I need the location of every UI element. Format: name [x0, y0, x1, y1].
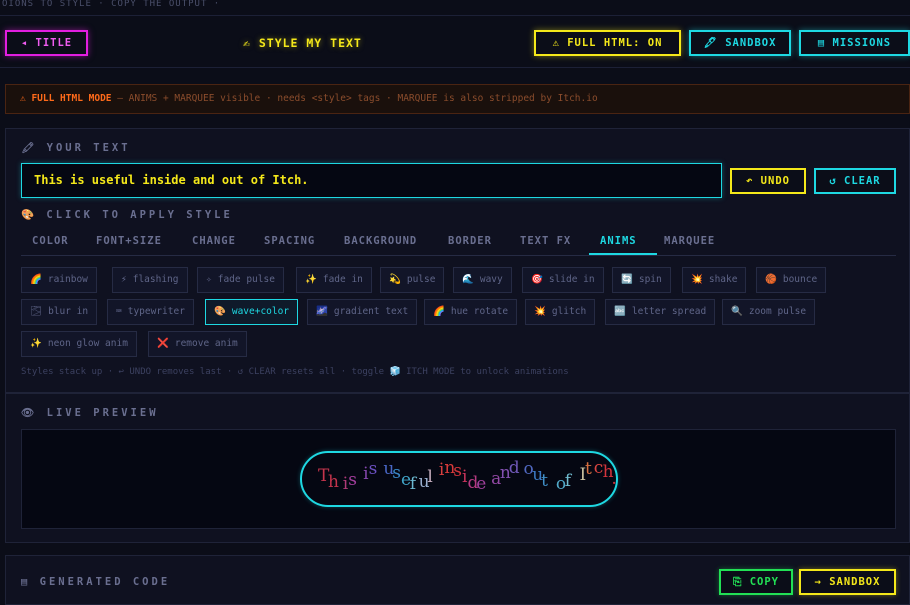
tab-color[interactable]: COLOR: [32, 235, 69, 247]
keyboard-icon: ⌨: [116, 306, 122, 317]
burst-icon: 💥: [691, 274, 703, 285]
tab-background[interactable]: BACKGROUND: [344, 235, 417, 247]
spin-icon: 🔄: [621, 274, 633, 285]
anim-chip-zoom-pulse[interactable]: 🔍 zoom pulse: [722, 299, 816, 325]
tab-anims[interactable]: ANIMS: [600, 235, 637, 247]
style-editor-panel: 🖍 YOUR TEXT This is useful inside and ou…: [5, 128, 910, 393]
generated-code-panel: ▤ GENERATED CODE ⎘ COPY → SANDBOX: [5, 555, 910, 605]
preview-letter: s: [368, 458, 378, 479]
send-to-sandbox-button[interactable]: → SANDBOX: [799, 569, 896, 595]
wave-icon: 🌊: [462, 274, 474, 285]
undo-button[interactable]: ↶ UNDO: [730, 168, 806, 194]
anim-chip-letter-spread[interactable]: 🔤 letter spread: [605, 299, 716, 325]
anim-chip-shake[interactable]: 💥 shake: [682, 267, 747, 293]
sandbox-button[interactable]: 🖋 SANDBOX: [689, 30, 791, 56]
missions-button[interactable]: ▤ MISSIONS: [799, 30, 910, 56]
full-html-toggle-button[interactable]: ⚠ FULL HTML: ON: [534, 30, 681, 56]
preview-letter: t: [585, 459, 592, 480]
burst-icon: 💥: [534, 306, 546, 317]
sparkle-icon: ✧: [206, 274, 212, 285]
gradient-icon: 🌌: [316, 306, 328, 317]
magnifier-icon: 🔍: [731, 306, 743, 317]
full-html-warning-banner: ⚠ FULL HTML MODE — ANIMS + MARQUEE visib…: [5, 84, 910, 114]
anim-chip-pulse[interactable]: 💫 pulse: [380, 267, 445, 293]
anim-chip-gradient-text[interactable]: 🌌 gradient text: [307, 299, 418, 325]
preview-letter: s: [392, 463, 401, 484]
anim-chip-fade-in[interactable]: ✨ fade in: [296, 267, 372, 293]
tab-text-fx[interactable]: TEXT FX: [520, 235, 571, 247]
palette-icon: 🎨: [214, 306, 226, 317]
page-title: ✍ STYLE MY TEXT: [243, 36, 362, 50]
warning-title: ⚠ FULL HTML MODE: [20, 93, 112, 104]
target-icon: 🎯: [531, 274, 543, 285]
preview-letter: l: [427, 466, 433, 487]
text-input[interactable]: This is useful inside and out of Itch.: [21, 163, 722, 198]
rainbow-icon: 🌈: [433, 306, 445, 317]
tab-change[interactable]: CHANGE: [192, 235, 236, 247]
preview-pill: ThisisusefulinsideandoutofItch.: [300, 451, 618, 507]
preview-box: ThisisusefulinsideandoutofItch.: [21, 429, 896, 529]
tab-border[interactable]: BORDER: [448, 235, 492, 247]
your-text-label: 🖍 YOUR TEXT: [21, 142, 131, 154]
sparkles-icon: ✨: [30, 338, 42, 349]
anim-chip-glitch[interactable]: 💥 glitch: [525, 299, 596, 325]
cross-icon: ❌: [157, 338, 169, 349]
fog-icon: 🌫: [30, 306, 43, 317]
preview-letter: .: [611, 468, 617, 489]
anim-chip-slide-in[interactable]: 🎯 slide in: [522, 267, 604, 293]
tab-font-size[interactable]: FONT+SIZE: [96, 235, 162, 247]
anim-chip-hue-rotate[interactable]: 🌈 hue rotate: [424, 299, 518, 325]
preview-letter: s: [348, 470, 358, 491]
live-preview-label: 👁 LIVE PREVIEW: [21, 407, 159, 419]
warning-text: — ANIMS + MARQUEE visible · needs <style…: [111, 93, 598, 104]
preview-letter: d: [508, 458, 520, 479]
rainbow-icon: 🌈: [30, 274, 42, 285]
dizzy-icon: 💫: [389, 274, 401, 285]
copy-button[interactable]: ⎘ COPY: [719, 569, 793, 595]
preview-letter: t: [541, 471, 548, 492]
anim-chip-wavy[interactable]: 🌊 wavy: [453, 267, 512, 293]
anim-chip-remove-anim[interactable]: ❌ remove anim: [148, 331, 247, 357]
ball-icon: 🏀: [765, 274, 777, 285]
sparkles-icon: ✨: [305, 274, 317, 285]
lightning-icon: ⚡: [121, 274, 127, 285]
tab-marquee[interactable]: MARQUEE: [664, 235, 715, 247]
header: ◂ TITLE ✍ STYLE MY TEXT ⚠ FULL HTML: ON …: [0, 16, 910, 68]
preview-letter: e: [476, 473, 487, 494]
anim-chip-flashing[interactable]: ⚡ flashing: [112, 267, 188, 293]
preview-letter: f: [409, 473, 417, 494]
anim-chip-neon-glow[interactable]: ✨ neon glow anim: [21, 331, 137, 357]
preview-letter: h: [328, 472, 339, 492]
generated-code-label: ▤ GENERATED CODE: [21, 576, 171, 588]
anim-chip-wave-color[interactable]: 🎨 wave+color: [205, 299, 299, 325]
anim-chip-spin[interactable]: 🔄 spin: [612, 267, 671, 293]
anim-chip-typewriter[interactable]: ⌨ typewriter: [107, 299, 194, 325]
styles-hint: Styles stack up · ↩ UNDO removes last · …: [21, 367, 569, 377]
preview-letter: f: [564, 471, 571, 492]
live-preview-panel: 👁 LIVE PREVIEW Thisisusefulinsideandouto…: [5, 393, 910, 543]
tab-spacing[interactable]: SPACING: [264, 235, 315, 247]
anim-chip-rainbow[interactable]: 🌈 rainbow: [21, 267, 97, 293]
apply-style-label: 🎨 CLICK TO APPLY STYLE: [21, 209, 233, 221]
title-button[interactable]: ◂ TITLE: [5, 30, 88, 56]
style-tabs: COLOR FONT+SIZE CHANGE SPACING BACKGROUN…: [21, 229, 896, 256]
letters-icon: 🔤: [614, 306, 626, 317]
anim-chip-fade-pulse[interactable]: ✧ fade pulse: [197, 267, 284, 293]
active-tab-underline: [589, 253, 657, 255]
clear-button[interactable]: ↺ CLEAR: [814, 168, 896, 194]
anim-chip-blur-in[interactable]: 🌫 blur in: [21, 299, 98, 325]
top-strip: OIONS TO STYLE · COPY THE OUTPUT ·: [0, 0, 910, 16]
anim-chip-bounce[interactable]: 🏀 bounce: [756, 267, 827, 293]
preview-letter: s: [453, 461, 462, 482]
